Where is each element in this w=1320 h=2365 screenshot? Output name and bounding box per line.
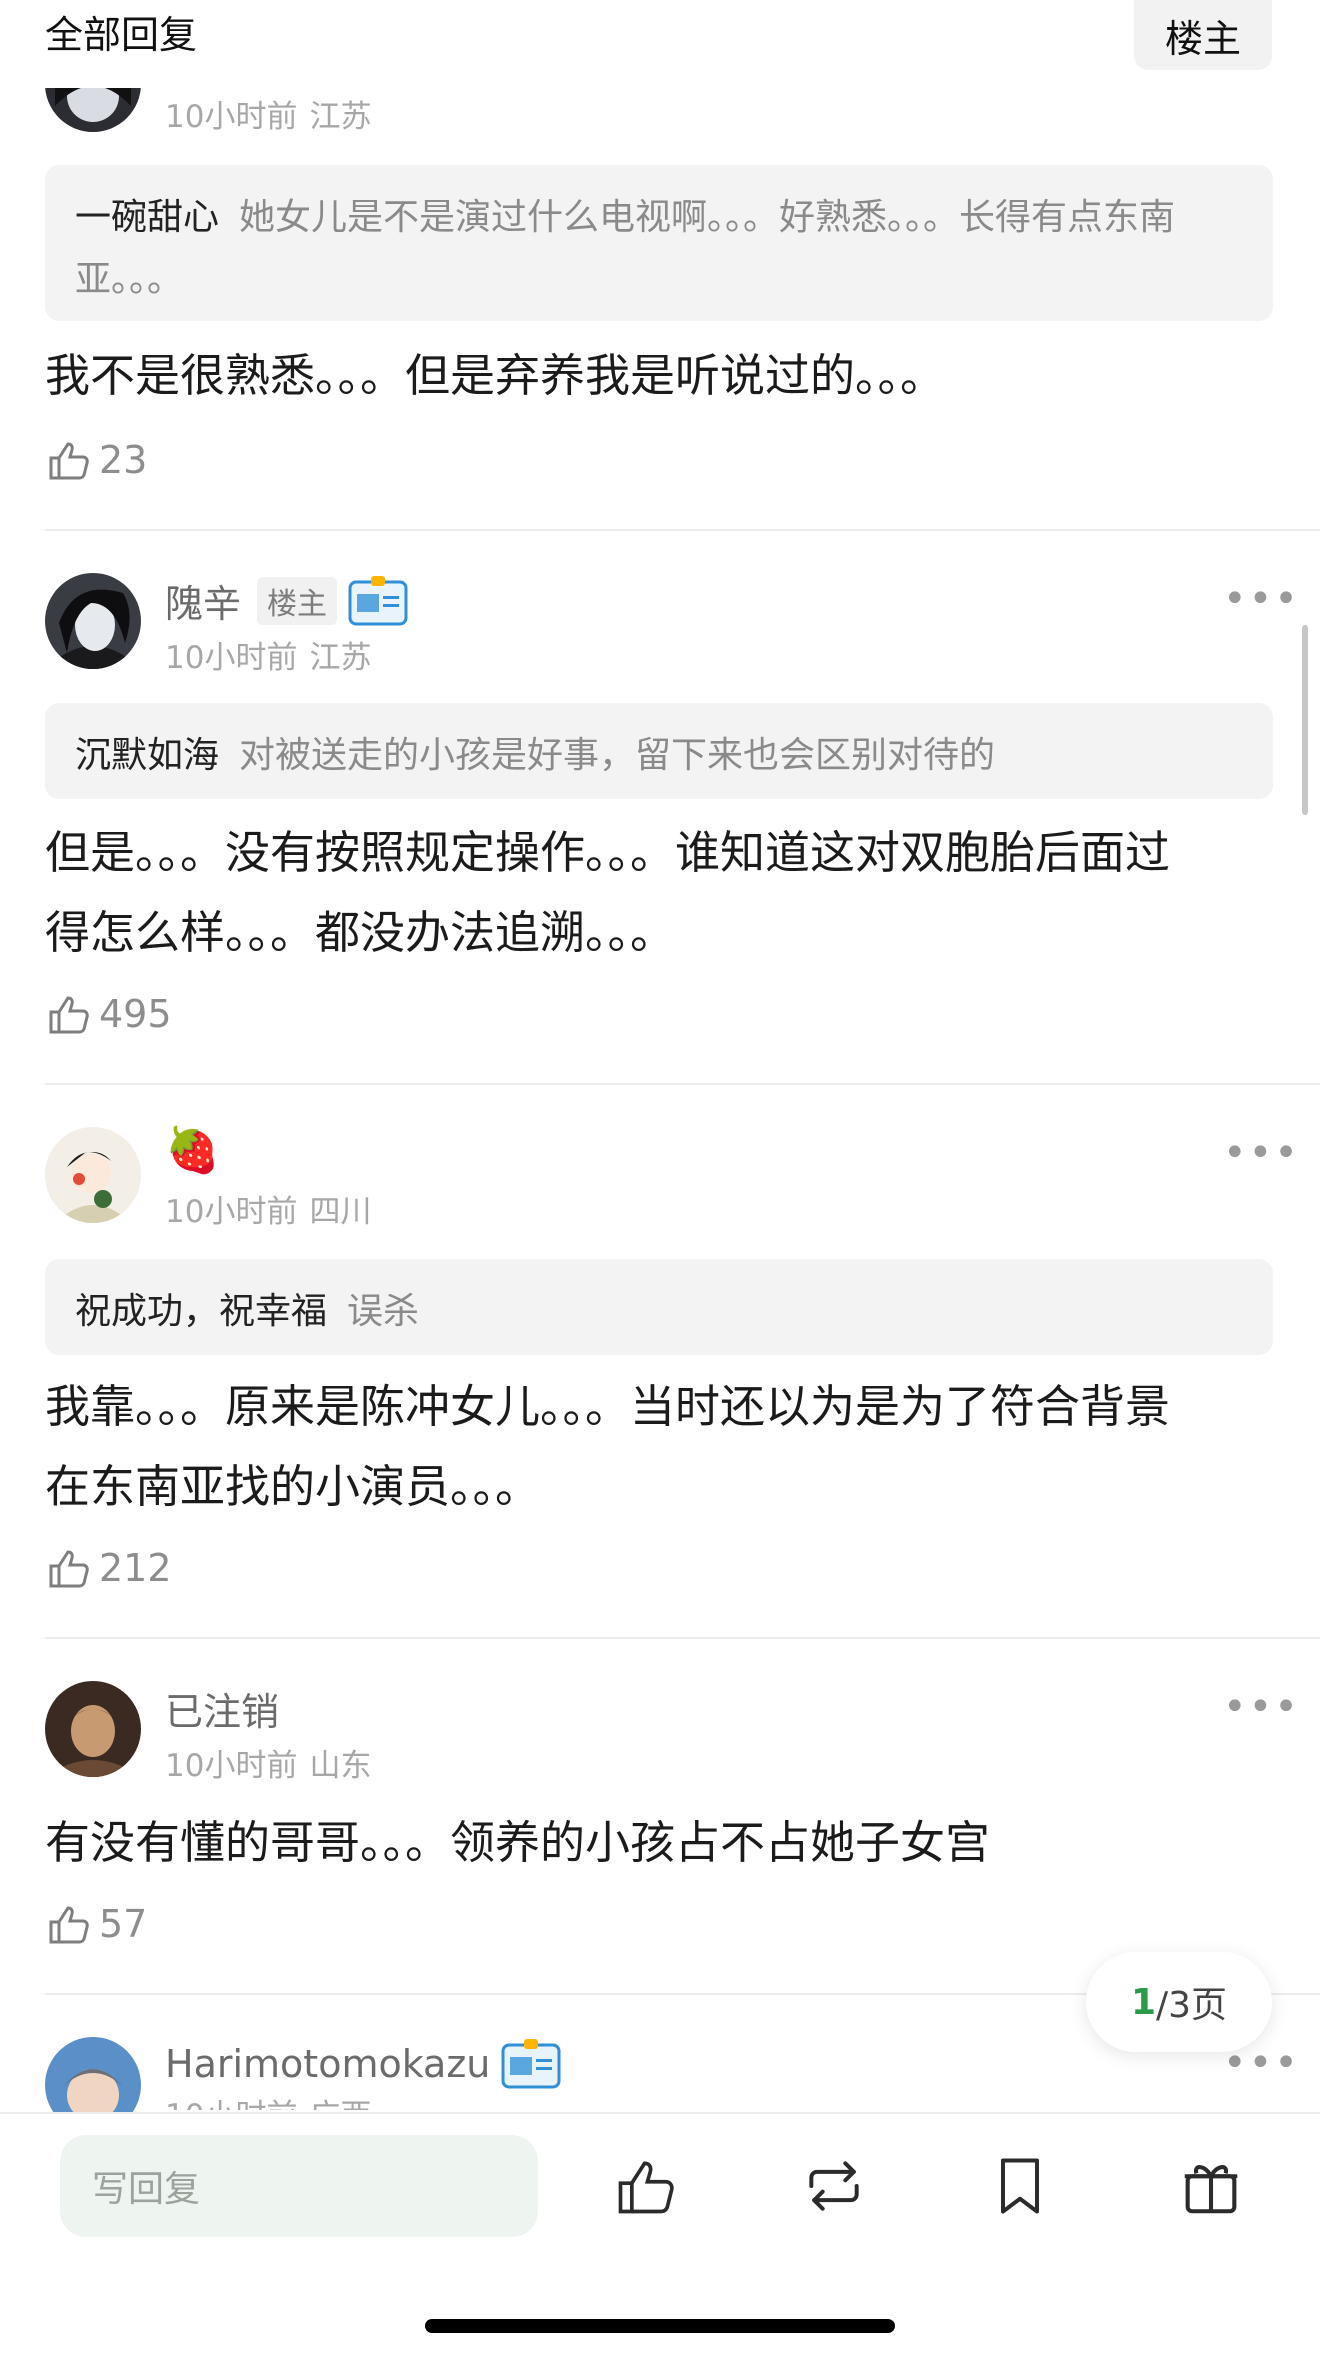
- only-op-button[interactable]: 楼主: [1134, 0, 1272, 70]
- username[interactable]: Harimotomokazu: [165, 2042, 490, 2086]
- username-row: 隗辛 楼主: [165, 573, 409, 628]
- comment-text: 我不是很熟悉。。。但是弃养我是听说过的。。。: [45, 349, 946, 402]
- username[interactable]: 🍓: [165, 1124, 220, 1176]
- like-count: 23: [99, 438, 148, 482]
- comment-text: 有没有懂的哥哥。。。领养的小孩占不占她子女宫: [45, 1816, 991, 1869]
- bookmark-icon: [1001, 2158, 1039, 2214]
- comment-meta: 10小时前 江苏: [165, 99, 372, 135]
- id-card-icon: [501, 2039, 561, 2089]
- scrollbar[interactable]: [1302, 625, 1308, 815]
- quoted-username[interactable]: 祝成功，祝幸福: [75, 1291, 327, 1332]
- username[interactable]: 已注销: [165, 1681, 279, 1736]
- avatar[interactable]: [45, 573, 141, 669]
- quoted-text: 她女儿是不是演过什么电视啊。。。好熟悉。。。长得有点东南亚。。。: [75, 197, 1176, 300]
- quoted-text: 对被送走的小孩是好事，留下来也会区别对待的: [239, 735, 996, 776]
- more-options-icon[interactable]: •••: [1223, 1130, 1300, 1176]
- thumbs-up-icon: [49, 996, 89, 1034]
- quoted-reply[interactable]: 祝成功，祝幸福 误杀: [45, 1259, 1273, 1355]
- quoted-username[interactable]: 沉默如海: [75, 735, 219, 776]
- quoted-reply[interactable]: 一碗甜心 她女儿是不是演过什么电视啊。。。好熟悉。。。长得有点东南亚。。。: [45, 165, 1273, 321]
- like-count: 495: [99, 992, 172, 1036]
- more-options-icon[interactable]: •••: [1223, 576, 1300, 622]
- like-button[interactable]: 495: [45, 990, 172, 1038]
- more-options-icon[interactable]: •••: [1223, 1684, 1300, 1730]
- like-count: 212: [99, 1546, 172, 1590]
- comment-text: 但是。。。没有按照规定操作。。。谁知道这对双胞胎后面过 得怎么样。。。都没办法追…: [45, 826, 1171, 959]
- username-row: Harimotomokazu: [165, 2037, 562, 2091]
- like-button[interactable]: 57: [45, 1900, 147, 1948]
- thumbs-up-icon: [618, 2161, 674, 2214]
- repost-button[interactable]: [800, 2152, 868, 2224]
- quoted-reply[interactable]: 沉默如海 对被送走的小孩是好事，留下来也会区别对待的: [45, 703, 1273, 799]
- quoted-username[interactable]: 一碗甜心: [75, 197, 219, 238]
- username[interactable]: 隗辛: [165, 573, 241, 628]
- comment-meta: 10小时前广西: [165, 2090, 383, 2110]
- gift-icon: [1184, 2165, 1238, 2214]
- page-title: 全部回复: [45, 13, 198, 57]
- like-button[interactable]: 212: [45, 1544, 172, 1592]
- quoted-text: 误杀: [347, 1291, 420, 1332]
- reply-input[interactable]: 写回复: [60, 2135, 538, 2237]
- comment-meta: 10小时前 山东: [165, 1748, 372, 1784]
- comment-meta: 10小时前 四川: [165, 1194, 372, 1230]
- like-count: 57: [99, 1902, 148, 1946]
- repost-icon: [809, 2161, 859, 2211]
- divider: [45, 1637, 1320, 1639]
- comment-text: 我靠。。。原来是陈冲女儿。。。当时还以为是为了符合背景 在东南亚找的小演员。。。: [45, 1380, 1171, 1513]
- divider: [45, 1083, 1320, 1085]
- like-post-button[interactable]: [612, 2152, 680, 2224]
- divider: [45, 529, 1320, 531]
- thumbs-up-icon: [49, 442, 89, 480]
- page-indicator[interactable]: 1/3页: [1086, 1952, 1272, 2052]
- op-badge: 楼主: [257, 576, 338, 625]
- id-card-icon: [348, 575, 408, 625]
- avatar[interactable]: [45, 1681, 141, 1777]
- like-button[interactable]: 23: [45, 436, 147, 484]
- bookmark-button[interactable]: [986, 2152, 1054, 2224]
- gift-button[interactable]: [1176, 2150, 1246, 2224]
- home-indicator: [425, 2319, 895, 2333]
- thumbs-up-icon: [49, 1906, 89, 1944]
- comment-meta: 10小时前 江苏: [165, 640, 372, 676]
- avatar[interactable]: [45, 1127, 141, 1223]
- thumbs-up-icon: [49, 1550, 89, 1588]
